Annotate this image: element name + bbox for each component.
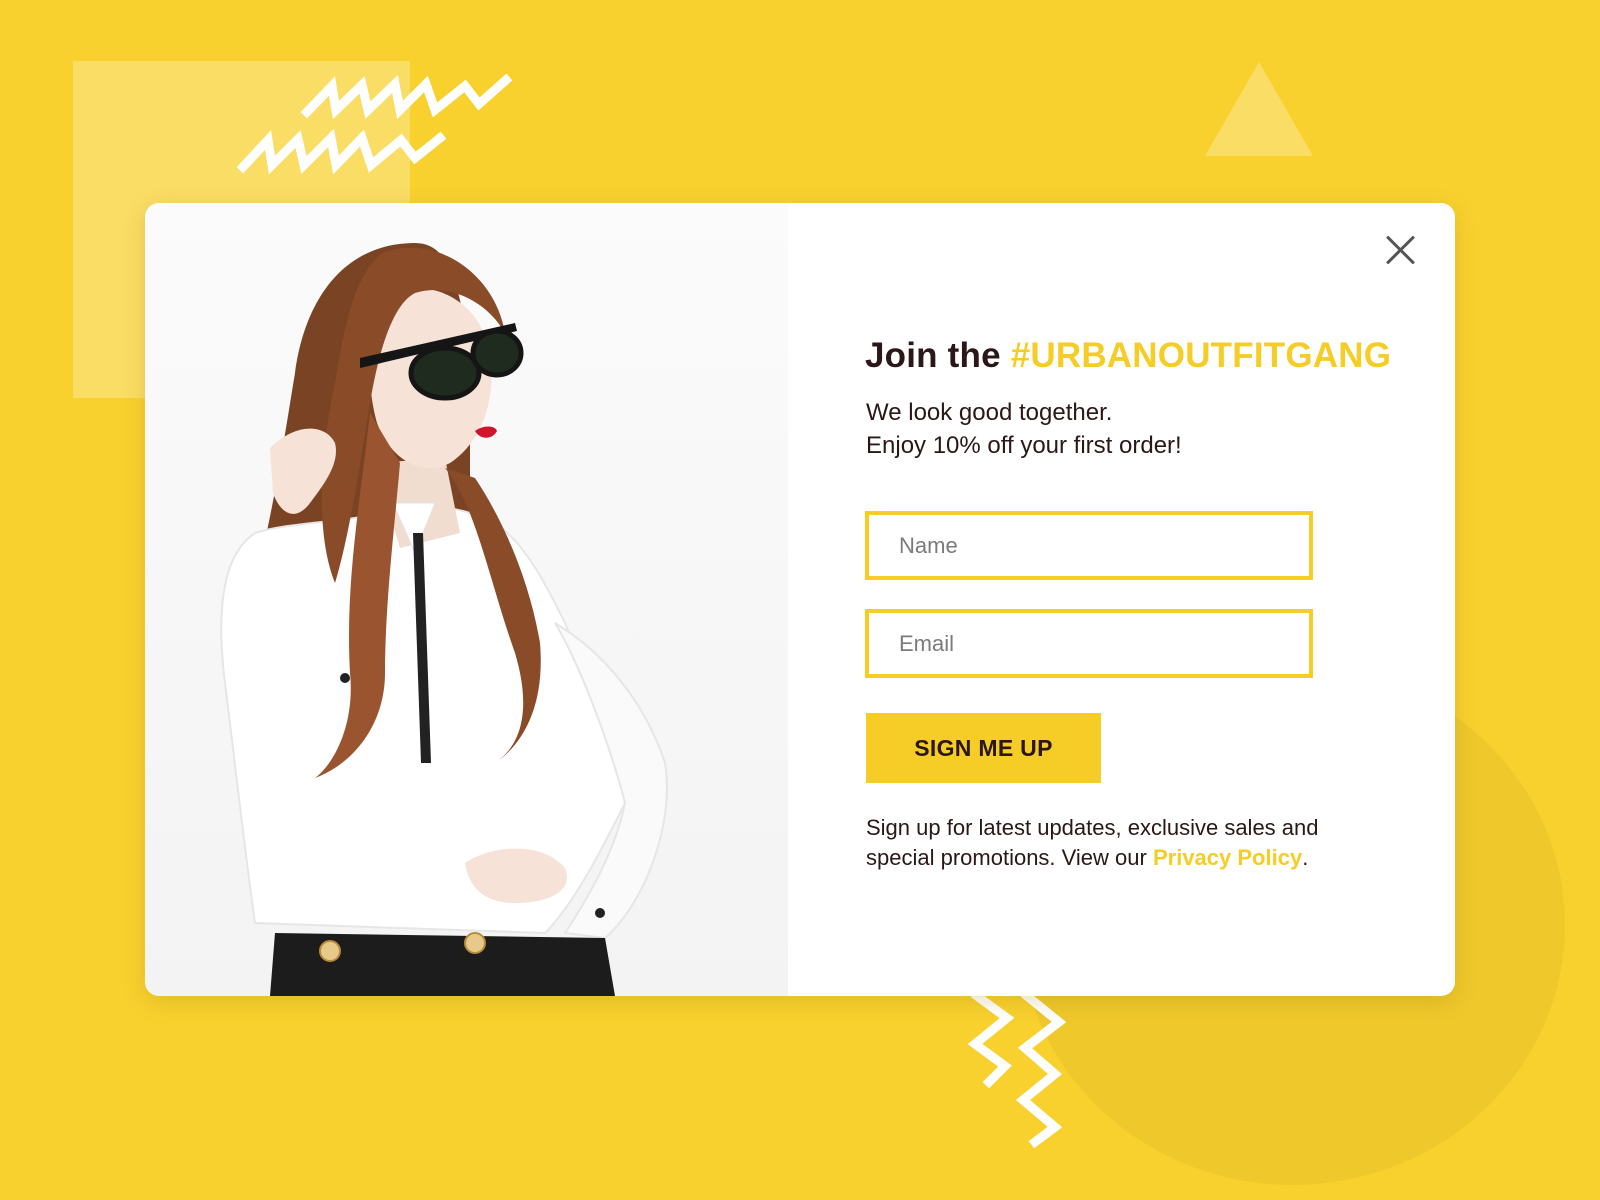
headline-hashtag: #URBANOUTFITGANG [1010,336,1392,375]
disclaimer-period: . [1302,845,1309,870]
email-input[interactable] [865,609,1313,678]
name-input[interactable] [865,511,1313,580]
sign-me-up-button[interactable]: SIGN ME UP [866,713,1101,783]
signup-modal: Join the #URBANOUTFITGANG We look good t… [145,203,1455,996]
close-button[interactable] [1383,233,1417,267]
privacy-policy-link[interactable]: Privacy Policy [1153,845,1302,870]
popup-headline: Join the #URBANOUTFITGANG [865,336,1391,376]
subtext-line-1: We look good together. [866,399,1113,426]
subtext-line-2: Enjoy 10% off your first order! [866,432,1182,459]
popup-subtext: We look good together. Enjoy 10% off you… [866,396,1182,462]
decorative-zigzag-top [236,73,513,175]
signup-disclaimer: Sign up for latest updates, exclusive sa… [866,813,1386,873]
model-photo [145,203,788,996]
decorative-triangle [1205,62,1313,156]
headline-prefix: Join the [865,336,1001,375]
decorative-zigzag-bottom [967,989,1067,1149]
